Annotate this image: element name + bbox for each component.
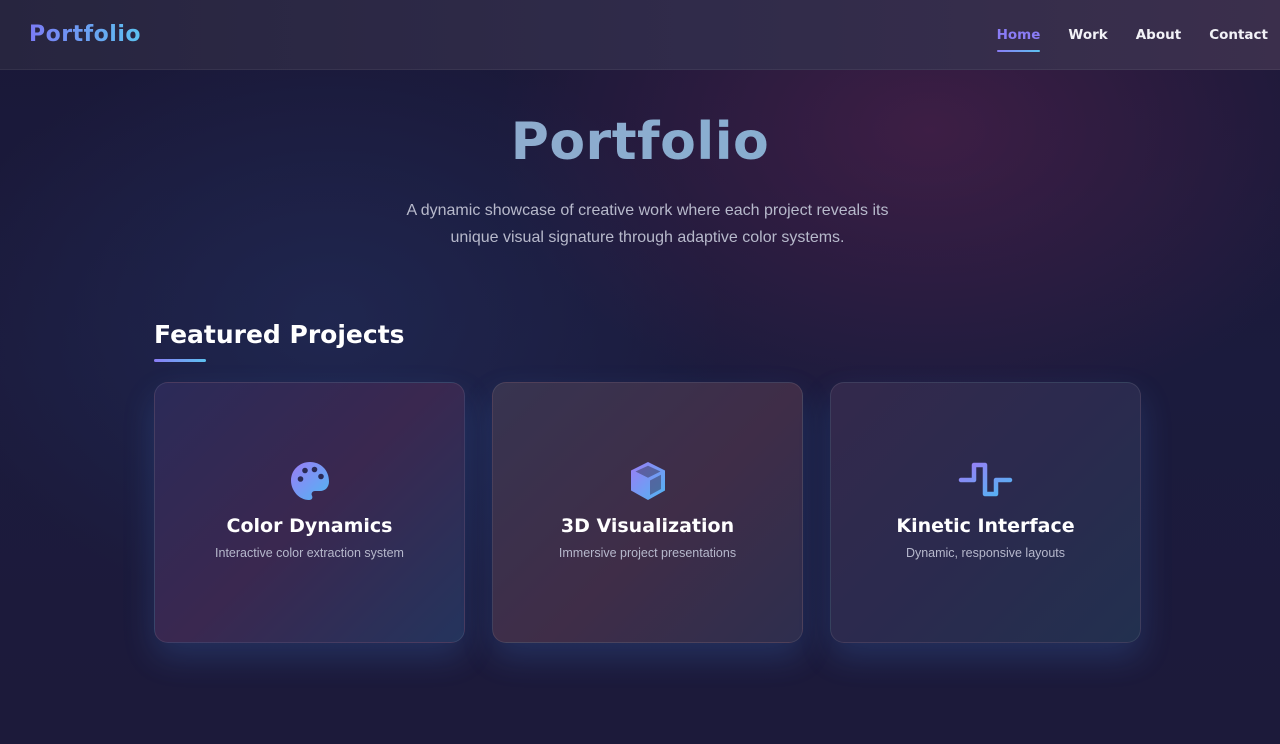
card-description: Immersive project presentations: [558, 546, 737, 560]
nav-item-contact[interactable]: Contact: [1209, 23, 1268, 47]
card-title: Color Dynamics: [226, 515, 393, 537]
cube-icon: [630, 462, 665, 500]
section-title: Featured Projects: [154, 320, 405, 349]
project-card-3d-visualization[interactable]: 3D Visualization Immersive project prese…: [492, 382, 803, 643]
nav-item-work[interactable]: Work: [1068, 23, 1107, 47]
card-description: Dynamic, responsive layouts: [905, 546, 1066, 560]
nav-item-home[interactable]: Home: [996, 23, 1040, 52]
hero-subtitle: A dynamic showcase of creative work wher…: [390, 197, 905, 251]
palette-icon: [290, 462, 329, 500]
project-card-kinetic-interface[interactable]: Kinetic Interface Dynamic, responsive la…: [830, 382, 1141, 643]
site-logo[interactable]: Portfolio: [29, 22, 141, 47]
hero-title: Portfolio: [0, 112, 1280, 172]
hero-subtitle-line-1: A dynamic showcase of creative work wher…: [406, 202, 889, 219]
section-title-underline: [154, 359, 206, 362]
card-title: Kinetic Interface: [896, 515, 1075, 537]
hero-subtitle-line-2: unique visual signature through adaptive…: [450, 229, 845, 246]
main-nav: Home Work About Contact: [969, 23, 1268, 52]
project-card-color-dynamics[interactable]: Color Dynamics Interactive color extract…: [154, 382, 465, 643]
top-nav-bar: Portfolio Home Work About Contact: [0, 0, 1280, 70]
wave-icon: [958, 462, 1012, 497]
nav-item-about[interactable]: About: [1136, 23, 1181, 47]
card-title: 3D Visualization: [560, 515, 735, 537]
card-description: Interactive color extraction system: [215, 546, 404, 560]
